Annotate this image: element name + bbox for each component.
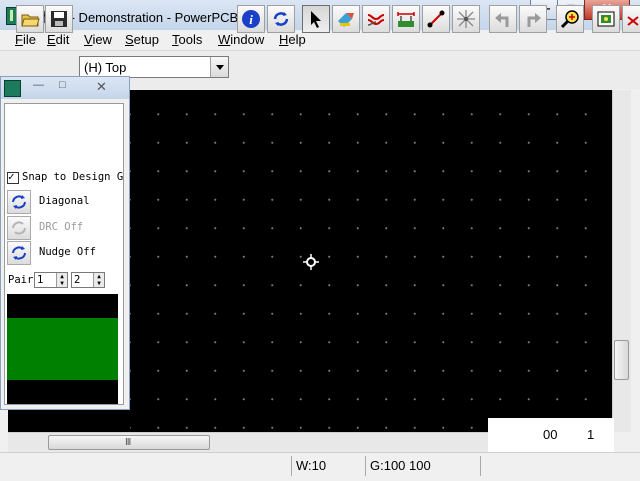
design-toolbar-palette[interactable]: — □ ✕ Snap to Design G Diagonal DRC Off … xyxy=(0,76,130,410)
select-mode-button[interactable] xyxy=(302,5,330,33)
pair-spinner-1[interactable]: 1 ▲ ▼ xyxy=(34,272,68,288)
refresh-button[interactable] xyxy=(267,5,295,33)
status-empty-cell xyxy=(480,456,640,476)
vertical-scrollbar[interactable] xyxy=(612,90,631,432)
autoroute-toolbar-button[interactable] xyxy=(452,5,480,33)
coordinate-mark: 1 xyxy=(587,427,595,442)
crosshair-cursor-icon xyxy=(303,254,319,270)
drc-button[interactable] xyxy=(7,216,31,240)
refresh-icon xyxy=(273,12,289,26)
menu-setup[interactable]: Setup xyxy=(125,32,159,47)
zoom-icon xyxy=(560,10,579,29)
palette-close-button[interactable]: ✕ xyxy=(96,79,107,95)
view-button[interactable] xyxy=(592,5,620,33)
svg-text:i: i xyxy=(249,12,253,27)
status-bar: W:10 G:100 100 xyxy=(0,452,640,481)
layer-color-preview[interactable] xyxy=(7,294,118,404)
redo-icon xyxy=(527,13,541,27)
drc-label: DRC Off xyxy=(39,221,84,233)
snap-label: Snap to Design G xyxy=(22,171,124,183)
pair-value-1: 1 xyxy=(37,274,44,286)
palette-app-icon xyxy=(4,80,21,97)
info-icon: i xyxy=(242,10,260,28)
rotate-arrows-icon xyxy=(12,195,26,209)
route-icon xyxy=(367,14,385,26)
eco-toolbar-button[interactable] xyxy=(422,5,450,33)
close-red-icon xyxy=(627,16,639,26)
info-button[interactable]: i xyxy=(237,5,265,33)
status-grid-cell: G:100 100 xyxy=(365,456,476,476)
menu-view[interactable]: View xyxy=(84,32,112,47)
layer-select-value: (H) Top xyxy=(84,60,127,75)
palette-minimize-button[interactable]: — xyxy=(33,79,44,91)
vertical-scroll-thumb[interactable] xyxy=(614,340,629,380)
layer-select[interactable]: (H) Top xyxy=(79,56,229,78)
menu-tools[interactable]: Tools xyxy=(172,32,202,47)
menu-help[interactable]: Help xyxy=(279,32,306,47)
pair-label: Pair xyxy=(8,274,34,286)
diagonal-button[interactable] xyxy=(7,190,31,214)
rotate-arrows-disabled-icon xyxy=(12,221,26,235)
pair-spinner-2[interactable]: 2 ▲ ▼ xyxy=(71,272,105,288)
status-width: W:10 xyxy=(296,458,327,473)
dimension-toolbar-button[interactable] xyxy=(392,5,420,33)
rotate-arrows-nudge-icon xyxy=(12,246,26,260)
zoom-button[interactable] xyxy=(556,5,584,33)
horizontal-scrollbar[interactable]: III xyxy=(8,432,488,453)
undo-button[interactable] xyxy=(489,5,517,33)
status-grid: G:100 100 xyxy=(370,458,431,473)
autoroute-icon xyxy=(457,10,475,28)
menu-edit[interactable]: Edit xyxy=(47,32,69,47)
status-width-cell: W:10 xyxy=(291,456,362,476)
spinner-arrows-icon[interactable]: ▲ ▼ xyxy=(56,273,67,287)
grip-icon: III xyxy=(125,437,131,448)
save-button[interactable] xyxy=(45,5,73,33)
spinner-arrows-icon[interactable]: ▲ ▼ xyxy=(93,273,104,287)
open-folder-icon xyxy=(21,14,40,27)
select-arrow-icon xyxy=(311,11,321,28)
horizontal-scroll-thumb[interactable]: III xyxy=(48,435,210,450)
coordinate-readout: 00 xyxy=(543,427,558,442)
open-button[interactable] xyxy=(16,5,44,33)
snap-checkbox[interactable] xyxy=(7,170,19,184)
view-icon xyxy=(597,11,615,27)
undo-icon xyxy=(495,13,509,27)
dimension-icon xyxy=(397,12,415,27)
nudge-label: Nudge Off xyxy=(39,246,96,258)
chevron-down-icon[interactable] xyxy=(210,57,228,77)
save-icon xyxy=(51,11,67,27)
menu-file[interactable]: File xyxy=(15,32,36,47)
eco-icon xyxy=(427,10,445,28)
palette-maximize-button[interactable]: □ xyxy=(59,79,66,91)
pair-value-2: 2 xyxy=(74,274,81,286)
nudge-button[interactable] xyxy=(7,241,31,265)
menu-bar: File Edit View Setup Tools Window Help xyxy=(0,30,640,50)
route-toolbar-button[interactable] xyxy=(362,5,390,33)
drafting-icon xyxy=(338,13,354,27)
menu-window[interactable]: Window xyxy=(218,32,264,47)
diagonal-label: Diagonal xyxy=(39,195,90,207)
design-canvas[interactable] xyxy=(130,90,612,432)
layer-color-bar xyxy=(7,318,118,380)
redo-button[interactable] xyxy=(519,5,547,33)
drafting-toolbar-button[interactable] xyxy=(332,5,360,33)
next-toolbar-button[interactable] xyxy=(622,5,640,33)
palette-title-bar[interactable]: — □ ✕ xyxy=(1,77,129,99)
